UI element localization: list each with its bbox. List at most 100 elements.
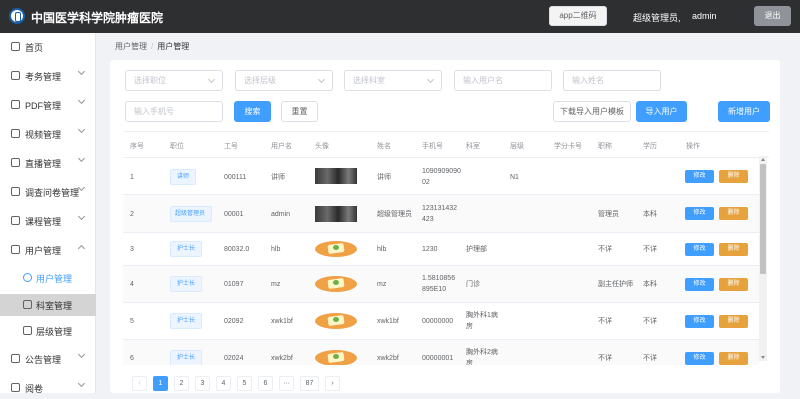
cell-phone: 1230 [422, 246, 438, 253]
page-button[interactable]: 1 [153, 376, 168, 391]
app-qr-code-button[interactable]: app二维码 [549, 6, 607, 26]
cell-username: xwk2bf [271, 355, 293, 362]
position-tag: 护士长 [170, 350, 203, 365]
sidebar-item-live[interactable]: 直播管理 [0, 152, 96, 174]
username-input[interactable]: 输入用户名 [454, 70, 552, 91]
column-header: 职位 [170, 143, 184, 150]
delete-button[interactable]: 删除 [719, 352, 748, 365]
sidebar-item-label: PDF管理 [25, 101, 62, 111]
cell-education: 本科 [643, 211, 657, 218]
next-page-button[interactable]: › [325, 376, 340, 391]
logout-button[interactable]: 退出 [754, 6, 791, 26]
department-icon [23, 300, 32, 309]
import-users-button[interactable]: 导入用户 [636, 101, 687, 122]
download-template-button[interactable]: 下载导入用户模板 [553, 101, 631, 122]
table-row: 4 护士长 01097 mz mz 1.5810856 895E10 门诊 副主… [123, 266, 759, 303]
column-header: 手机号 [422, 143, 443, 150]
cell-title: 管理员 [598, 211, 619, 218]
column-header: 科室 [466, 143, 480, 150]
sidebar-item-label: 考务管理 [25, 72, 62, 82]
sidebar-item-label: 课程管理 [25, 217, 62, 227]
sidebar-item-video[interactable]: 视频管理 [0, 123, 96, 145]
cell-name: hlb [377, 246, 387, 253]
sidebar-subitem-users[interactable]: 用户管理 [0, 267, 96, 289]
cell-username: 讲师 [271, 174, 285, 181]
edit-button[interactable]: 修改 [685, 170, 714, 183]
chevron-down-icon [77, 67, 86, 76]
cell-employee-no: 80032.0 [224, 246, 250, 253]
live-icon [11, 158, 20, 167]
sidebar-item-exam[interactable]: 考务管理 [0, 65, 96, 87]
scrollbar-thumb[interactable] [760, 164, 766, 274]
sidebar-item-label: 首页 [25, 43, 44, 53]
sidebar-item-home[interactable]: 首页 [0, 36, 96, 58]
name-input[interactable]: 输入姓名 [563, 70, 661, 91]
edit-button[interactable]: 修改 [685, 315, 714, 328]
user-icon [11, 245, 20, 254]
table-row: 2 超级管理员 00001 admin 超级管理员 123131432 423 … [123, 195, 759, 233]
edit-button[interactable]: 修改 [685, 352, 714, 365]
delete-button[interactable]: 删除 [719, 243, 748, 256]
sidebar-subitem-levels[interactable]: 层级管理 [0, 320, 96, 342]
page-button[interactable]: 6 [258, 376, 273, 391]
sidebar-item-grading[interactable]: 阅卷 [0, 377, 96, 399]
sidebar-item-label: 科室管理 [36, 301, 73, 311]
page-button[interactable]: 4 [216, 376, 231, 391]
reset-button[interactable]: 重置 [281, 101, 318, 122]
column-header: 学分卡号 [554, 143, 582, 150]
cell-employee-no: 000111 [224, 174, 247, 181]
sidebar-item-label: 公告管理 [25, 355, 62, 365]
sidebar-item-user-mgmt[interactable]: 用户管理 [0, 239, 96, 261]
scroll-up-icon[interactable] [761, 158, 765, 161]
position-tag: 护士长 [170, 276, 203, 292]
level-select[interactable]: 选择层级 [235, 70, 333, 91]
page-button[interactable]: 87 [300, 376, 319, 391]
position-tag: 讲师 [170, 169, 197, 185]
survey-icon [11, 187, 20, 196]
page-button[interactable]: 3 [195, 376, 210, 391]
cell-username: xwk1bf [271, 318, 293, 325]
sidebar-item-label: 层级管理 [36, 327, 73, 337]
breadcrumb-root[interactable]: 用户管理 [115, 42, 147, 51]
table-row: 1 讲师 000111 讲师 讲师 1090909090 02 N1 修改 删除 [123, 159, 759, 195]
phone-input[interactable]: 输入手机号 [125, 101, 223, 122]
list-icon [23, 326, 32, 335]
sidebar-item-announcement[interactable]: 公告管理 [0, 348, 96, 370]
cell-name: xwk1bf [377, 318, 399, 325]
edit-button[interactable]: 修改 [685, 207, 714, 220]
page-ellipsis[interactable]: ··· [279, 376, 294, 391]
column-header: 用户名 [271, 143, 292, 150]
cell-username: mz [271, 281, 281, 288]
sidebar-item-survey[interactable]: 调查问卷管理 [0, 181, 96, 203]
prev-page-button[interactable]: ‹ [132, 376, 147, 391]
scroll-down-icon[interactable] [761, 356, 765, 359]
department-select[interactable]: 选择科室 [344, 70, 442, 91]
column-header: 层级 [510, 143, 524, 150]
hospital-logo-icon [9, 8, 25, 24]
search-button[interactable]: 搜索 [234, 101, 271, 122]
add-user-button[interactable]: 新增用户 [718, 101, 770, 122]
delete-button[interactable]: 删除 [719, 278, 748, 291]
cell-username: hlb [271, 246, 281, 253]
chevron-down-icon [77, 212, 86, 221]
cell-username: admin [271, 211, 291, 218]
sidebar-item-course[interactable]: 课程管理 [0, 210, 96, 232]
page-button[interactable]: 2 [174, 376, 189, 391]
column-header: 工号 [224, 143, 238, 150]
sidebar-subitem-departments[interactable]: 科室管理 [0, 294, 96, 316]
monitor-icon [11, 129, 20, 138]
delete-button[interactable]: 删除 [719, 170, 748, 183]
person-icon [23, 273, 32, 282]
delete-button[interactable]: 删除 [719, 315, 748, 328]
position-select[interactable]: 选择职位 [125, 70, 223, 91]
current-username: admin [692, 11, 717, 21]
table-vertical-scrollbar[interactable] [759, 156, 767, 361]
top-header: 中国医学科学院肿瘤医院 app二维码 超级管理员, admin 退出 [0, 0, 800, 33]
delete-button[interactable]: 删除 [719, 207, 748, 220]
sidebar-item-label: 用户管理 [36, 274, 73, 284]
edit-button[interactable]: 修改 [685, 243, 714, 256]
page-button[interactable]: 5 [237, 376, 252, 391]
sidebar-item-pdf[interactable]: PDF管理 [0, 94, 96, 116]
edit-button[interactable]: 修改 [685, 278, 714, 291]
breadcrumb-current: 用户管理 [157, 42, 190, 51]
